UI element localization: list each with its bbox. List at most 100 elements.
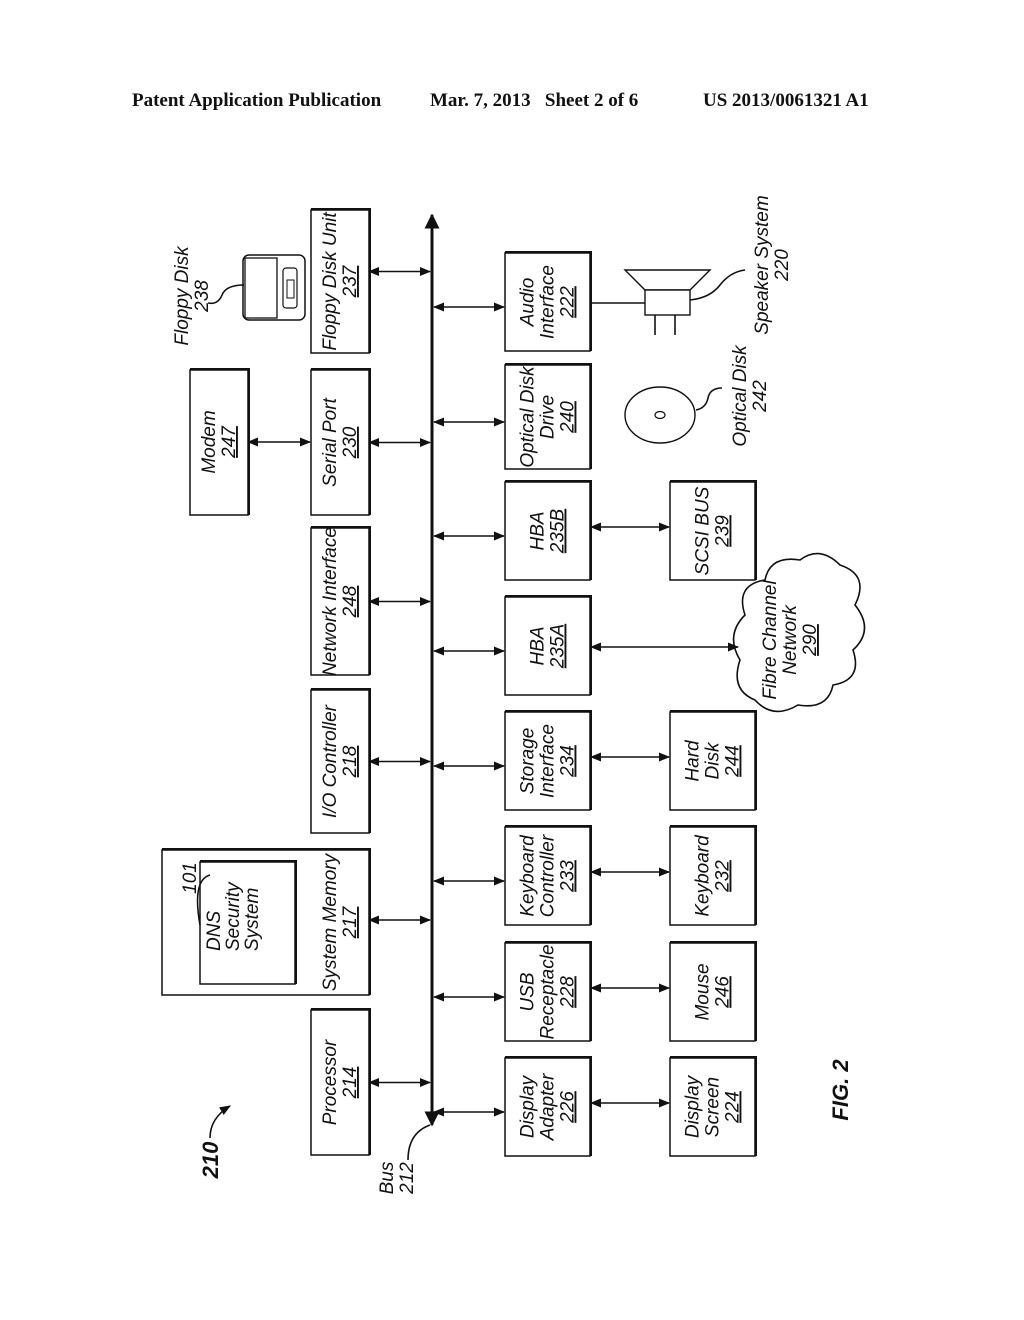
- speaker-system-label: Speaker System 220: [752, 195, 793, 334]
- display-screen-text: Screen: [703, 1077, 724, 1137]
- system-memory-ref: 217: [340, 905, 361, 939]
- hard-disk-label: Hard Disk 244: [683, 739, 744, 782]
- svg-text:Speaker System: Speaker System: [752, 195, 773, 334]
- optical-disk-drive-text: Drive: [538, 395, 559, 439]
- hard-disk-text: Hard: [683, 739, 704, 782]
- hba-b-label: HBA 235B: [528, 508, 569, 554]
- floppy-disk-unit-ref: 237: [340, 264, 361, 298]
- storage-interface-ref: 234: [558, 745, 579, 778]
- storage-interface-box: Storage Interface 234: [504, 710, 592, 811]
- audio-interface-ref: 222: [558, 286, 579, 319]
- optical-disk-icon: [624, 386, 723, 444]
- floppy-disk-icon: [207, 254, 306, 321]
- dns-security-system-text: System: [242, 888, 263, 951]
- floppy-disk-unit-text: Floppy Disk Unit: [320, 212, 341, 351]
- scsi-bus-text: SCSI BUS: [693, 486, 714, 575]
- storage-interface-text: Storage: [518, 728, 539, 795]
- svg-text:210: 210: [198, 1141, 223, 1179]
- hard-disk-text: Disk: [703, 741, 724, 779]
- usb-receptacle-text: USB: [518, 972, 539, 1011]
- modem-text: Modem: [199, 410, 220, 473]
- system-ref-210: 210: [198, 1141, 223, 1179]
- optical-disk-label: Optical Disk 242: [730, 344, 771, 447]
- serial-port-text: Serial Port: [320, 397, 341, 486]
- hba-b-box: HBA 235B: [504, 480, 592, 581]
- hba-a-ref: 235A: [548, 624, 569, 669]
- optical-disk-drive-ref: 240: [558, 401, 579, 434]
- system-memory-text: System Memory: [320, 852, 341, 991]
- display-screen-ref: 224: [723, 1091, 744, 1124]
- fibre-channel-network-ref: 290: [800, 624, 821, 657]
- ref-101: 101: [180, 862, 201, 894]
- dns-security-system-text: DNS: [204, 911, 225, 951]
- fibre-channel-network-text: Fibre Channel: [760, 580, 781, 700]
- network-interface-ref: 248: [340, 585, 361, 618]
- serial-port-box: Serial Port 230: [310, 368, 371, 516]
- network-interface-box: Network Interface 248: [310, 526, 371, 676]
- svg-text:FIG. 2: FIG. 2: [828, 1059, 853, 1121]
- svg-text:212: 212: [397, 1162, 418, 1195]
- processor-box: Processor 214: [310, 1008, 371, 1156]
- usb-receptacle-box: USB Receptacle 228: [504, 941, 592, 1042]
- optical-disk-drive-box: Optical Disk Drive 240: [504, 363, 592, 470]
- block-diagram: Processor 214System Memory 217DNSSecurityS…: [161, 195, 866, 1195]
- usb-receptacle-ref: 228: [558, 976, 579, 1009]
- display-adapter-box: Display Adapter 226: [504, 1056, 592, 1157]
- io-controller-text: I/O Controller: [320, 704, 341, 818]
- processor-ref: 214: [340, 1067, 361, 1100]
- modem-box: Modem 247: [189, 368, 250, 516]
- audio-interface-text: Interface: [538, 265, 559, 339]
- keyboard-controller-text: Keyboard: [518, 834, 539, 917]
- io-controller-box: I/O Controller 218: [310, 688, 371, 834]
- audio-interface-text: Audio: [518, 278, 539, 328]
- dns-security-system-text: Security: [223, 881, 244, 951]
- serial-port-ref: 230: [340, 426, 361, 459]
- mouse-ref: 246: [713, 976, 734, 1009]
- processor-text: Processor: [320, 1039, 341, 1125]
- system-ref-arrow: [209, 1105, 231, 1139]
- keyboard-text: Keyboard: [693, 834, 714, 917]
- svg-text:242: 242: [750, 380, 771, 413]
- hba-a-label: HBA 235A: [528, 624, 569, 669]
- svg-text:Bus: Bus: [377, 1161, 398, 1194]
- mouse-text: Mouse: [693, 963, 714, 1020]
- mouse-box: Mouse 246: [669, 941, 757, 1042]
- svg-text:Floppy Disk: Floppy Disk: [172, 245, 193, 346]
- svg-text:Optical Disk: Optical Disk: [730, 344, 751, 447]
- display-adapter-ref: 226: [558, 1091, 579, 1124]
- network-interface-text: Network Interface: [320, 527, 341, 676]
- keyboard-controller-box: Keyboard Controller 233: [504, 825, 592, 926]
- hard-disk-ref: 244: [723, 745, 744, 778]
- hba-a-text: HBA: [528, 626, 549, 665]
- floppy-disk-label: Floppy Disk 238: [172, 245, 213, 346]
- hba-b-text: HBA: [528, 511, 549, 550]
- keyboard-controller-ref: 233: [558, 860, 579, 893]
- storage-interface-text: Interface: [538, 724, 559, 798]
- audio-interface-box: Audio Interface 222: [504, 251, 592, 352]
- keyboard-controller-text: Controller: [538, 834, 559, 917]
- keyboard-ref: 232: [713, 860, 734, 893]
- display-adapter-text: Adapter: [538, 1073, 559, 1141]
- svg-text:220: 220: [772, 249, 793, 282]
- svg-text:101: 101: [180, 862, 201, 894]
- hba-a-box: HBA 235A: [504, 595, 592, 696]
- speaker-icon: [590, 269, 746, 335]
- display-screen-text: Display: [683, 1074, 704, 1138]
- bus-label: Bus 212: [377, 1161, 418, 1195]
- io-controller-ref: 218: [340, 745, 361, 778]
- floppy-disk-unit-box: Floppy Disk Unit 237: [310, 208, 371, 354]
- scsi-bus-ref: 239: [713, 515, 734, 548]
- bus-leader: [407, 1124, 431, 1161]
- fibre-channel-network-text: Network: [780, 604, 801, 675]
- scsi-bus-box: SCSI BUS 239: [669, 480, 757, 581]
- figure-label: FIG. 2: [828, 1059, 853, 1121]
- svg-text:238: 238: [192, 280, 213, 313]
- modem-ref: 247: [219, 425, 240, 459]
- system-memory-box: System Memory 217 DNSSecuritySystem 101: [161, 848, 371, 996]
- display-adapter-text: Display: [518, 1074, 539, 1138]
- hard-disk-box: Hard Disk 244: [669, 710, 757, 811]
- optical-disk-drive-text: Optical Disk: [518, 365, 539, 468]
- display-screen-box: Display Screen 224: [669, 1056, 757, 1157]
- hba-b-ref: 235B: [548, 508, 569, 554]
- usb-receptacle-text: Receptacle: [538, 944, 559, 1039]
